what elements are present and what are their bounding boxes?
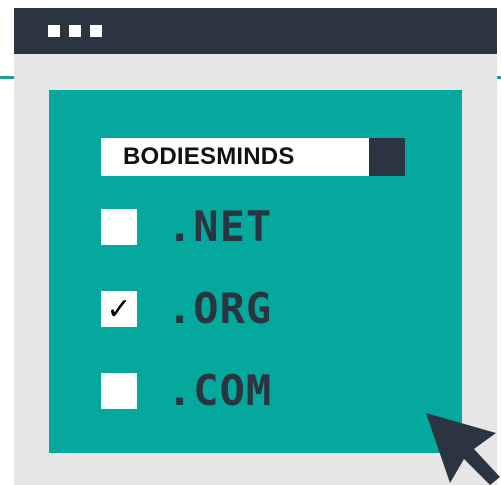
window-dot-icon[interactable]: [69, 25, 81, 37]
window-dot-icon[interactable]: [48, 25, 60, 37]
option-net[interactable]: .NET: [101, 202, 401, 252]
domain-panel: BODIESMINDS .NET ✓ .ORG .COM: [49, 90, 462, 453]
checkbox-com[interactable]: [101, 373, 137, 409]
domain-name: BODIESMINDS: [123, 143, 295, 170]
tld-label: .ORG: [167, 284, 273, 333]
domain-search-button[interactable]: [369, 138, 405, 176]
tld-label: .NET: [167, 202, 273, 251]
title-bar: [14, 8, 497, 54]
mouse-cursor-icon: [426, 413, 500, 485]
option-org[interactable]: ✓ .ORG: [101, 284, 401, 334]
option-com[interactable]: .COM: [101, 366, 401, 416]
checkbox-net[interactable]: [101, 209, 137, 245]
tld-label: .COM: [167, 366, 273, 415]
window-dot-icon[interactable]: [90, 25, 102, 37]
checkbox-org[interactable]: ✓: [101, 291, 137, 327]
domain-input[interactable]: BODIESMINDS: [101, 138, 405, 176]
